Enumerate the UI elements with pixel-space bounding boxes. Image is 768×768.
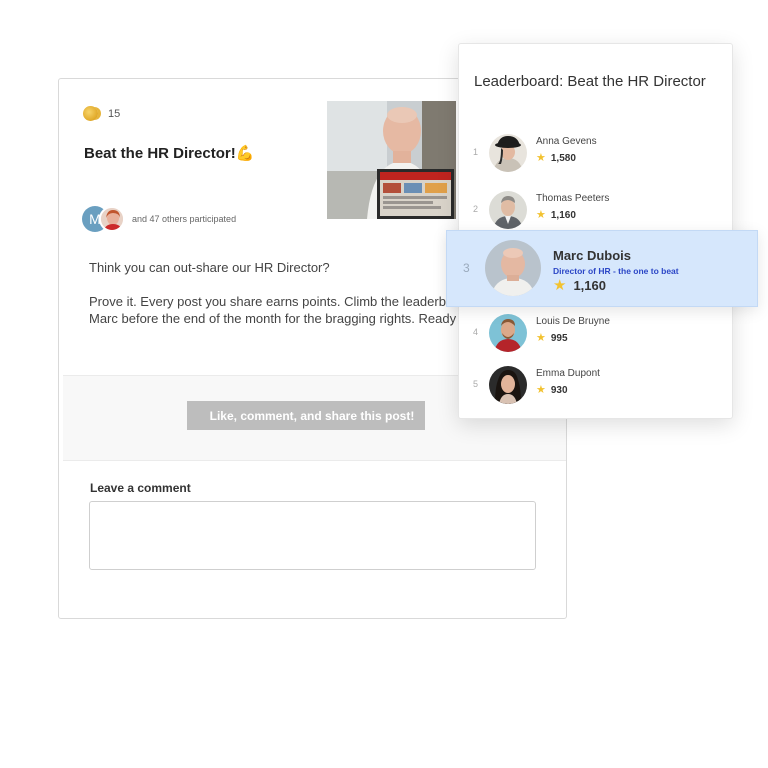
score-value: 995 (550, 333, 568, 344)
star-icon: ★ (536, 384, 546, 396)
rank-number: 3 (463, 261, 470, 275)
player-score: ★ 930 (536, 384, 568, 397)
participant-photo (101, 208, 123, 230)
score-value: 1,160 (573, 278, 606, 293)
leaderboard-row[interactable]: 2 Thomas Peeters ★ 1,160 (459, 189, 734, 233)
avatar (485, 240, 541, 296)
post-title-text: Beat the HR Director! (84, 145, 236, 162)
comment-label: Leave a comment (90, 481, 191, 495)
emma-dupont-photo (489, 366, 527, 404)
player-name: Thomas Peeters (536, 193, 610, 204)
flexed-biceps-icon: 💪 (235, 145, 255, 162)
star-icon: ★ (553, 277, 567, 294)
points-value: 15 (108, 107, 121, 120)
thomas-peeters-photo (489, 191, 527, 229)
rank-number: 5 (473, 379, 479, 389)
score-value: 1,160 (550, 210, 576, 221)
like-comment-share-button[interactable]: Like, comment, and share this post! (187, 401, 425, 430)
player-score: ★ 1,160 (536, 209, 576, 222)
score-value: 1,580 (550, 153, 576, 164)
avatar (489, 366, 527, 404)
star-icon: ★ (536, 152, 546, 164)
player-name: Emma Dupont (536, 368, 600, 379)
star-icon: ★ (536, 209, 546, 221)
rank-number: 1 (473, 147, 479, 157)
avatar (489, 191, 527, 229)
score-value: 930 (550, 385, 568, 396)
player-score: ★ 1,160 (553, 278, 606, 293)
star-icon: ★ (536, 332, 546, 344)
participants[interactable]: M and 47 others participated (82, 206, 236, 232)
leaderboard-row[interactable]: 4 Louis De Bruyne ★ 995 (459, 312, 734, 356)
leaderboard-row-highlighted[interactable]: 3 Marc Dubois Director of HR - the one t… (446, 230, 758, 307)
post-photo[interactable] (327, 101, 456, 219)
anna-gevens-photo (489, 134, 527, 172)
player-score: ★ 995 (536, 332, 568, 345)
man-with-laptop-photo (327, 101, 456, 219)
player-name: Louis De Bruyne (536, 316, 610, 327)
coin-icon (83, 106, 98, 121)
marc-dubois-photo (485, 240, 541, 296)
participants-count: and 47 others participated (132, 214, 237, 224)
avatar (489, 314, 527, 352)
avatar (489, 134, 527, 172)
leaderboard-title: Leaderboard: Beat the HR Director (474, 73, 706, 90)
post-title: Beat the HR Director!💪 (84, 144, 254, 162)
comment-input[interactable] (89, 501, 536, 570)
leaderboard-row[interactable]: 5 Emma Dupont ★ 930 (459, 364, 734, 408)
rank-number: 2 (473, 204, 479, 214)
rank-number: 4 (473, 327, 479, 337)
leaderboard-row[interactable]: 1 Anna Gevens ★ 1,580 (459, 132, 734, 176)
player-name: Anna Gevens (536, 136, 597, 147)
player-name: Marc Dubois (553, 248, 632, 263)
louis-de-bruyne-photo (489, 314, 527, 352)
avatar (99, 206, 125, 232)
player-score: ★ 1,580 (536, 152, 576, 165)
points-indicator: 15 (83, 106, 120, 121)
player-subtitle: Director of HR - the one to beat (553, 266, 679, 276)
